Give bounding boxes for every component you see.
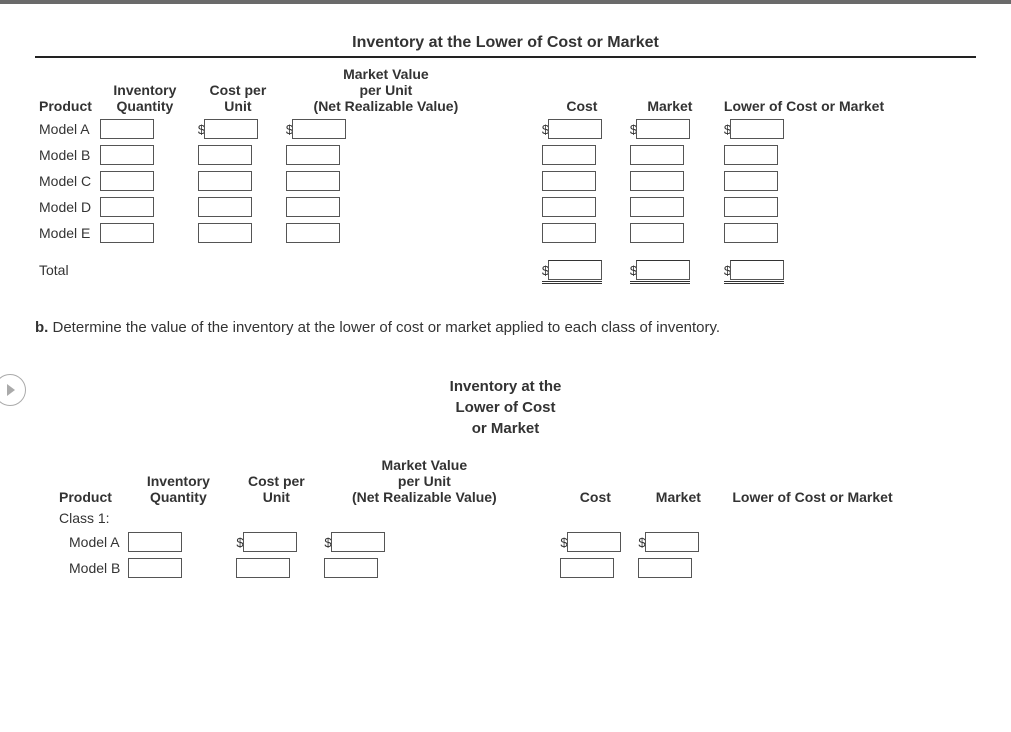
mvpu-input[interactable]	[324, 558, 378, 578]
row-label: Model B	[35, 142, 96, 168]
table-row: Model A$$$$	[55, 529, 946, 555]
qty-input[interactable]	[100, 119, 154, 139]
cost-input[interactable]	[542, 145, 596, 165]
table-row: Model D	[35, 194, 928, 220]
hdr2-lcm: Lower of Cost or Market	[722, 455, 946, 507]
market-input[interactable]	[630, 223, 684, 243]
class-row: Class 1:	[55, 507, 946, 529]
cost-input[interactable]	[567, 532, 621, 552]
mvpu-input[interactable]	[331, 532, 385, 552]
total-lcm-input[interactable]	[730, 260, 784, 280]
market-input[interactable]	[630, 171, 684, 191]
table-row: Model B	[35, 142, 928, 168]
row-label: Model D	[35, 194, 96, 220]
total-row: Total$$$	[35, 246, 928, 283]
mvpu-input[interactable]	[292, 119, 346, 139]
step-marker-icon	[0, 374, 26, 406]
mvpu-input[interactable]	[286, 171, 340, 191]
hdr2-market: Market	[634, 455, 722, 507]
cost-input[interactable]	[548, 119, 602, 139]
total-market-input[interactable]	[636, 260, 690, 280]
qty-input[interactable]	[100, 223, 154, 243]
total-label: Total	[35, 246, 96, 283]
hdr2-mvpu: Market Value per Unit (Net Realizable Va…	[320, 455, 528, 507]
lcm-input[interactable]	[724, 145, 778, 165]
hdr-market: Market	[626, 64, 714, 116]
market-input[interactable]	[645, 532, 699, 552]
hdr2-qty: Inventory Quantity	[124, 455, 232, 507]
row-label: Model C	[35, 168, 96, 194]
hdr-product: Product	[35, 64, 96, 116]
market-input[interactable]	[630, 197, 684, 217]
lcm-input[interactable]	[730, 119, 784, 139]
hdr-cpu: Cost per Unit	[194, 64, 282, 116]
mvpu-input[interactable]	[286, 223, 340, 243]
table1: Product Inventory Quantity Cost per Unit…	[35, 64, 928, 283]
row-label: Model E	[35, 220, 96, 246]
cost-input[interactable]	[542, 197, 596, 217]
cost-input[interactable]	[560, 558, 614, 578]
qty-input[interactable]	[128, 558, 182, 578]
cpu-input[interactable]	[198, 197, 252, 217]
cpu-input[interactable]	[236, 558, 290, 578]
table-row: Model B	[55, 555, 946, 581]
qty-input[interactable]	[100, 145, 154, 165]
qty-input[interactable]	[100, 171, 154, 191]
table1-title: Inventory at the Lower of Cost or Market	[35, 34, 976, 52]
cpu-input[interactable]	[243, 532, 297, 552]
cpu-input[interactable]	[198, 145, 252, 165]
qty-input[interactable]	[100, 197, 154, 217]
market-input[interactable]	[636, 119, 690, 139]
hdr-qty: Inventory Quantity	[96, 64, 194, 116]
row-label: Model A	[55, 529, 124, 555]
cpu-input[interactable]	[204, 119, 258, 139]
row-label: Model A	[35, 116, 96, 142]
mvpu-input[interactable]	[286, 145, 340, 165]
cpu-input[interactable]	[198, 223, 252, 243]
mvpu-input[interactable]	[286, 197, 340, 217]
row-label: Model B	[55, 555, 124, 581]
market-input[interactable]	[638, 558, 692, 578]
cpu-input[interactable]	[198, 171, 252, 191]
hdr-cost: Cost	[538, 64, 626, 116]
lcm-input[interactable]	[724, 197, 778, 217]
hdr2-cost: Cost	[556, 455, 634, 507]
class-label: Class 1:	[55, 507, 946, 529]
hdr-mvpu: Market Value per Unit (Net Realizable Va…	[282, 64, 490, 116]
table-row: Model C	[35, 168, 928, 194]
cost-input[interactable]	[542, 223, 596, 243]
lcm-input[interactable]	[724, 223, 778, 243]
cost-input[interactable]	[542, 171, 596, 191]
hdr2-product: Product	[55, 455, 124, 507]
table-row: Model E	[35, 220, 928, 246]
qty-input[interactable]	[128, 532, 182, 552]
table2: Product Inventory Quantity Cost per Unit…	[55, 455, 946, 581]
table2-title: Inventory at the Lower of Cost or Market	[35, 376, 976, 439]
title-rule	[35, 56, 976, 58]
part-b-instruction: b. Determine the value of the inventory …	[35, 319, 976, 336]
hdr-lcm: Lower of Cost or Market	[714, 64, 928, 116]
hdr2-cpu: Cost per Unit	[232, 455, 320, 507]
market-input[interactable]	[630, 145, 684, 165]
lcm-input[interactable]	[724, 171, 778, 191]
total-cost-input[interactable]	[548, 260, 602, 280]
table-row: Model A$$$$$	[35, 116, 928, 142]
